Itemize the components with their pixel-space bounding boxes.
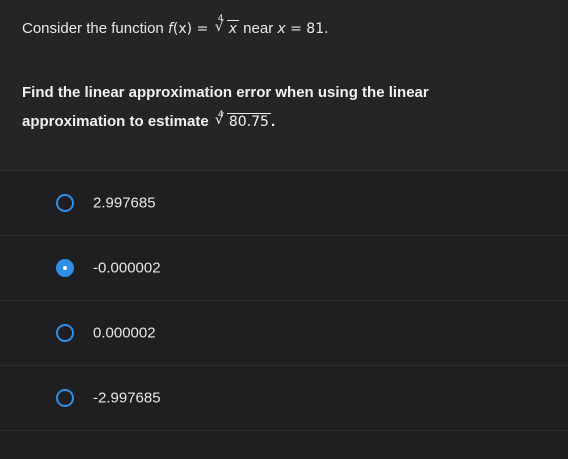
radical-sign-icon: √ xyxy=(214,19,224,35)
answer-option-4[interactable]: -2.997685 xyxy=(0,365,568,430)
radical-sign-icon: √ xyxy=(214,112,224,128)
question-panel: Consider the function f(x) = 4 √ x near x … xyxy=(0,0,568,170)
function-argument: (x) = xyxy=(172,21,213,37)
option-label: 2.997685 xyxy=(93,194,156,212)
question-line-1: Find the linear approximation error when… xyxy=(22,84,429,101)
option-label: 0.000002 xyxy=(93,324,156,342)
variable-x: x xyxy=(277,21,286,37)
answer-option-2[interactable]: -0.000002 xyxy=(0,235,568,300)
radio-button[interactable] xyxy=(56,324,74,342)
divider xyxy=(0,430,568,431)
radio-button-selected[interactable] xyxy=(56,259,74,277)
estimate-radicand: 80.75 xyxy=(226,113,271,130)
question-main: Find the linear approximation error when… xyxy=(22,78,542,137)
question-line-2-prefix: approximation to estimate xyxy=(22,113,213,130)
intro-prefix-text: Consider the function xyxy=(22,20,168,37)
radio-button[interactable] xyxy=(56,389,74,407)
question-line-2: approximation to estimate 4 √ 80.75. xyxy=(22,107,542,137)
question-intro: Consider the function f(x) = 4 √ x near x … xyxy=(22,14,329,37)
answer-option-1[interactable]: 2.997685 xyxy=(0,170,568,235)
question-line-2-suffix: . xyxy=(270,113,276,130)
intro-mid-text: near xyxy=(239,20,278,37)
radio-button[interactable] xyxy=(56,194,74,212)
answer-option-3[interactable]: 0.000002 xyxy=(0,300,568,365)
option-label: -0.000002 xyxy=(93,259,161,277)
fourth-root-x: 4 √ x xyxy=(215,14,239,37)
intro-equals-text: = 81. xyxy=(285,21,329,37)
option-label: -2.997685 xyxy=(93,389,161,407)
root-radicand: x xyxy=(226,20,239,37)
answer-options: 2.997685 -0.000002 0.000002 -2.997685 xyxy=(0,170,568,430)
fourth-root-estimate: 4 √ 80.75 xyxy=(215,108,271,137)
